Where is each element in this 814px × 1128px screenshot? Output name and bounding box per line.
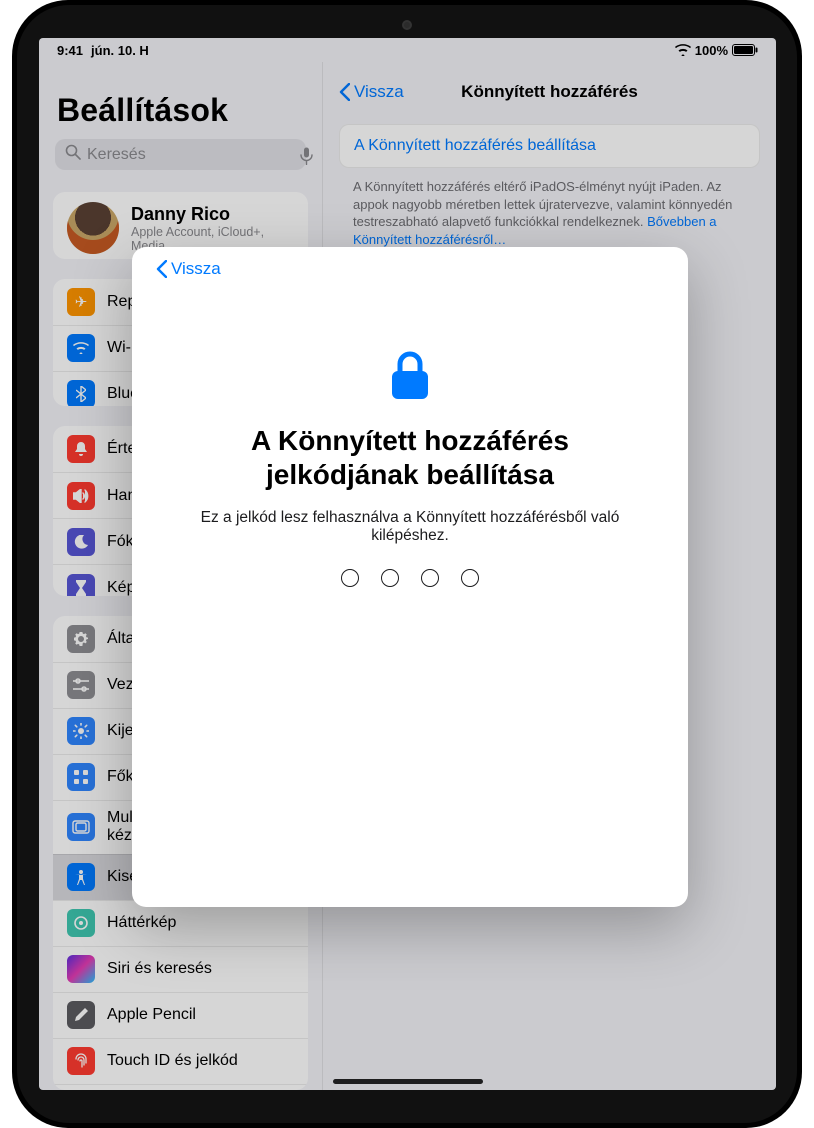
home-indicator[interactable]: [333, 1079, 483, 1084]
sidebar-item-battery[interactable]: Akkumulátor: [53, 1084, 308, 1090]
status-date: jún. 10. H: [91, 43, 149, 58]
profile-name: Danny Rico: [131, 204, 294, 225]
sidebar-item-label: Háttérkép: [107, 914, 176, 932]
speaker-icon: [67, 482, 95, 510]
detail-caption: A Könnyített hozzáférés eltérő iPadOS-él…: [353, 178, 746, 248]
moon-icon: [67, 528, 95, 556]
modal-back-button[interactable]: Vissza: [156, 259, 221, 279]
detail-nav: Vissza Könnyített hozzáférés: [339, 70, 760, 114]
sidebar-item-siri[interactable]: Siri és keresés: [53, 946, 308, 992]
ipad-device-frame: 9:41 jún. 10. H 100% Beállítások: [12, 0, 802, 1128]
siri-icon: [67, 955, 95, 983]
sidebar-item-label: Apple Pencil: [107, 1006, 196, 1024]
setup-assistive-row[interactable]: A Könnyített hozzáférés beállítása: [339, 124, 760, 168]
pencil-icon: [67, 1001, 95, 1029]
sidebar-item-label: Siri és keresés: [107, 960, 212, 978]
profile-text: Danny Rico Apple Account, iCloud+, Media: [131, 204, 294, 253]
fingerprint-icon: [67, 1047, 95, 1075]
status-time: 9:41: [57, 43, 83, 58]
passcode-modal: Vissza A Könnyített hozzáférés jelkódján…: [132, 247, 688, 907]
wallpaper-icon: [67, 909, 95, 937]
passcode-dot: [461, 569, 479, 587]
sliders-icon: [67, 671, 95, 699]
wifi-icon: [675, 44, 691, 56]
passcode-dot: [381, 569, 399, 587]
modal-back-label: Vissza: [171, 259, 221, 279]
search-field[interactable]: [55, 139, 306, 170]
mic-icon[interactable]: [300, 147, 313, 163]
grid-icon: [67, 763, 95, 791]
modal-heading: A Könnyített hozzáférés jelkódjának beál…: [176, 424, 644, 491]
avatar: [67, 202, 119, 254]
wifi-settings-icon: [67, 334, 95, 362]
search-icon: [65, 144, 81, 165]
brightness-icon: [67, 717, 95, 745]
passcode-dot: [421, 569, 439, 587]
sidebar-item-touchid[interactable]: Touch ID és jelkód: [53, 1038, 308, 1084]
battery-icon: [732, 44, 758, 56]
lock-icon: [388, 349, 432, 406]
search-input[interactable]: [87, 146, 294, 164]
setup-assistive-label: A Könnyített hozzáférés beállítása: [354, 137, 596, 154]
accessibility-icon: [67, 863, 95, 891]
bell-icon: [67, 435, 95, 463]
ipad-inner-frame: 9:41 jún. 10. H 100% Beállítások: [17, 5, 797, 1123]
sidebar-item-pencil[interactable]: Apple Pencil: [53, 992, 308, 1038]
status-bar: 9:41 jún. 10. H 100%: [39, 38, 776, 62]
status-battery-text: 100%: [695, 43, 728, 58]
sidebar-title: Beállítások: [39, 92, 322, 135]
passcode-dots[interactable]: [156, 569, 664, 587]
modal-body: Ez a jelkód lesz felhasználva a Könnyíte…: [196, 509, 624, 545]
passcode-dot: [341, 569, 359, 587]
detail-title: Könnyített hozzáférés: [339, 82, 760, 102]
sidebar-item-label: Touch ID és jelkód: [107, 1052, 238, 1070]
multitask-icon: [67, 813, 95, 841]
airplane-icon: ✈︎: [67, 288, 95, 316]
front-camera: [402, 20, 412, 30]
gear-icon: [67, 625, 95, 653]
bluetooth-icon: [67, 380, 95, 406]
hourglass-icon: [67, 574, 95, 596]
